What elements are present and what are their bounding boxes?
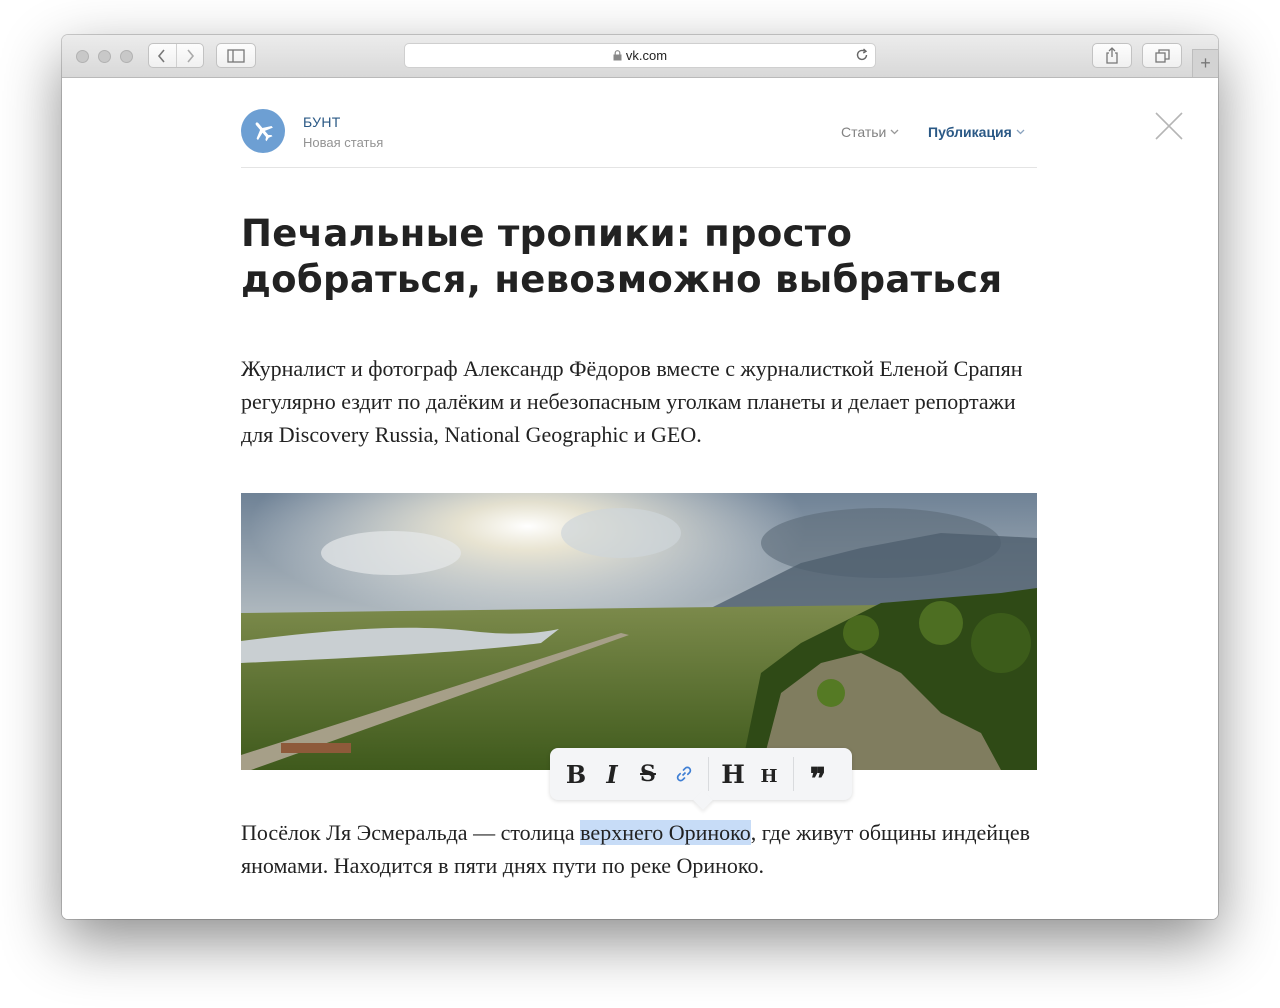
articles-menu[interactable]: Статьи bbox=[841, 124, 899, 140]
heading-button[interactable]: H bbox=[715, 756, 751, 792]
share-icon bbox=[1106, 47, 1118, 64]
minimize-window-button[interactable] bbox=[98, 50, 111, 63]
selected-text[interactable]: верхнего Ориноко bbox=[580, 820, 751, 845]
article-paragraph[interactable]: Посёлок Ля Эсмеральда — столица верхнего… bbox=[241, 816, 1041, 882]
close-icon bbox=[1155, 112, 1183, 140]
landscape-photo bbox=[241, 493, 1037, 770]
sidebar-button[interactable] bbox=[216, 43, 256, 68]
club-name[interactable]: БУНТ bbox=[303, 114, 341, 130]
publish-menu[interactable]: Публикация bbox=[928, 124, 1025, 140]
plus-icon: + bbox=[1200, 53, 1211, 73]
close-editor-button[interactable] bbox=[1155, 112, 1183, 140]
reload-icon[interactable] bbox=[855, 48, 869, 65]
quote-button[interactable]: ❞ bbox=[800, 751, 836, 797]
link-button[interactable] bbox=[666, 756, 702, 792]
toolbar-separator bbox=[793, 757, 794, 791]
italic-button[interactable]: I bbox=[594, 756, 630, 792]
subheading-button[interactable]: H bbox=[751, 754, 787, 794]
formatting-toolbar: B I S H H ❞ bbox=[550, 748, 852, 800]
browser-toolbar: vk.com + bbox=[62, 35, 1218, 78]
tabs-overview-button[interactable] bbox=[1142, 43, 1182, 68]
airplane-icon bbox=[255, 122, 273, 142]
url-text: vk.com bbox=[625, 48, 668, 63]
close-window-button[interactable] bbox=[76, 50, 89, 63]
navigation-buttons bbox=[148, 43, 204, 68]
paragraph-text-start: Посёлок Ля Эсмеральда — столица bbox=[241, 820, 581, 845]
article-lead[interactable]: Журналист и фотограф Александр Фёдоров в… bbox=[241, 352, 1041, 451]
publish-menu-label: Публикация bbox=[928, 124, 1012, 140]
page-content: БУНТ Новая статья Статьи Публикация Печа… bbox=[62, 78, 1218, 919]
article-status: Новая статья bbox=[303, 135, 384, 150]
forward-button[interactable] bbox=[175, 44, 204, 67]
tabs-icon bbox=[1154, 48, 1170, 63]
share-button[interactable] bbox=[1092, 43, 1132, 68]
club-avatar[interactable] bbox=[241, 109, 285, 153]
new-tab-button[interactable]: + bbox=[1192, 49, 1218, 77]
toolbar-separator bbox=[708, 757, 709, 791]
chevron-down-icon bbox=[1016, 129, 1025, 135]
bold-button[interactable]: B bbox=[558, 756, 594, 792]
chevron-right-icon bbox=[187, 48, 194, 63]
lock-icon bbox=[613, 50, 622, 61]
browser-window: vk.com + БУНТ Новая статья Статьи Публик… bbox=[62, 35, 1218, 919]
link-icon bbox=[676, 766, 692, 782]
chevron-left-icon bbox=[158, 48, 165, 63]
header-divider bbox=[241, 167, 1037, 168]
chevron-down-icon bbox=[890, 129, 899, 135]
zoom-window-button[interactable] bbox=[120, 50, 133, 63]
article-photo[interactable] bbox=[241, 493, 1037, 770]
back-button[interactable] bbox=[149, 44, 176, 67]
sidebar-icon bbox=[227, 48, 245, 63]
strikethrough-button[interactable]: S bbox=[630, 756, 666, 792]
address-bar[interactable]: vk.com bbox=[404, 43, 876, 68]
article-title[interactable]: Печальные тропики: просто добраться, нев… bbox=[241, 211, 1041, 303]
articles-menu-label: Статьи bbox=[841, 124, 887, 140]
